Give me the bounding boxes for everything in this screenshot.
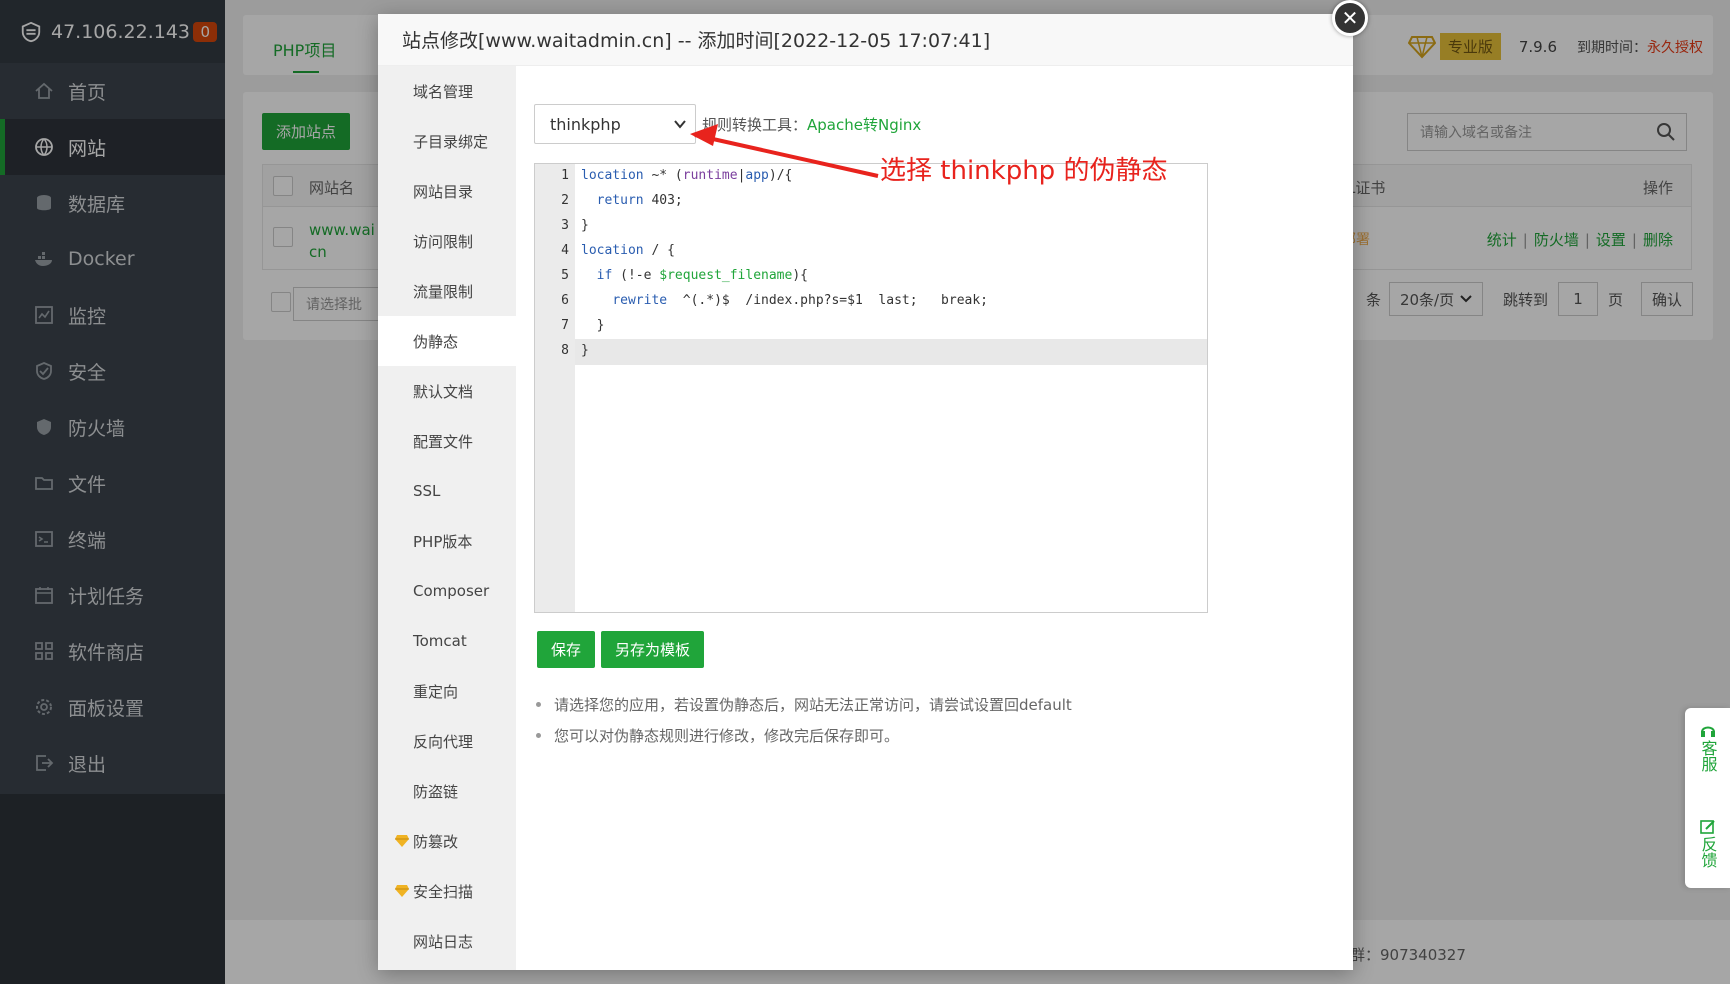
line-number: 6: [561, 293, 569, 308]
code-line: location / {: [581, 243, 675, 258]
tip-item: 您可以对伪静态规则进行修改，修改完后保存即可。: [536, 725, 1072, 746]
line-number: 5: [561, 268, 569, 283]
modal-menu-item[interactable]: 伪静态: [378, 316, 516, 366]
tip-item: 请选择您的应用，若设置伪静态后，网站无法正常访问，请尝试设置回default: [536, 694, 1072, 715]
headset-icon: [1700, 726, 1715, 737]
modal-side-menu: 域名管理子目录绑定网站目录访问限制流量限制伪静态默认文档配置文件 SSL PHP版本…: [378, 66, 516, 970]
annotation-text: 选择 thinkphp 的伪静态: [880, 156, 1168, 186]
modal-menu-label: 安全扫描: [413, 882, 474, 901]
line-gutter: 1 2 3 4 5 6 7 8: [535, 164, 575, 612]
modal-menu-label: 域名管理: [413, 82, 474, 101]
rewrite-code-editor[interactable]: 1 2 3 4 5 6 7 8 location ~* (runtime|app)/{ ret…: [534, 163, 1208, 613]
tips-list: 请选择您的应用，若设置伪静态后，网站无法正常访问，请尝试设置回default 您…: [536, 694, 1072, 756]
code-line: rewrite ^(.*)$ /index.php?s=$1 last; bre…: [612, 293, 989, 308]
code-line: return 403;: [596, 193, 683, 208]
modal-menu-label: 重定向: [413, 682, 459, 701]
line-number: 7: [561, 318, 569, 333]
modal-menu-label: 反向代理: [413, 732, 474, 751]
rewrite-rule-select[interactable]: thinkphp: [534, 104, 696, 144]
modal-menu-item[interactable]: 反向代理: [378, 716, 516, 766]
line-number: 8: [561, 343, 569, 358]
modal-menu-label: 流量限制: [413, 282, 474, 301]
modal-menu-label: PHP版本: [413, 532, 473, 551]
modal-menu-item[interactable]: 防盗链: [378, 766, 516, 816]
line-number: 3: [561, 218, 569, 233]
modal-menu-item[interactable]: 重定向: [378, 666, 516, 716]
pro-gem-icon: [395, 835, 409, 847]
modal-menu-label: Tomcat: [413, 632, 467, 650]
convert-tool: 规则转换工具：Apache转Nginx: [702, 114, 921, 135]
modal-menu-label: SSL: [413, 482, 441, 500]
line-number: 2: [561, 193, 569, 208]
modal-menu-item[interactable]: 网站日志: [378, 916, 516, 966]
chevron-down-icon: [674, 120, 686, 129]
modal-menu-label: Composer: [413, 582, 490, 600]
modal-menu-label: 网站日志: [413, 932, 474, 951]
code-line: }: [581, 343, 589, 358]
modal-menu-item[interactable]: 访问限制: [378, 216, 516, 266]
modal-menu-label: 子目录绑定: [413, 132, 489, 151]
modal-menu-item[interactable]: 防篡改: [378, 816, 516, 866]
site-edit-modal: 站点修改[www.waitadmin.cn] -- 添加时间[2022-12-0…: [378, 14, 1353, 970]
modal-menu-item[interactable]: 默认文档: [378, 366, 516, 416]
rewrite-panel: thinkphp 规则转换工具：Apache转Nginx 1 2 3 4 5 6 7 8 lo…: [516, 66, 1353, 970]
modal-menu-label: 防盗链: [413, 782, 459, 801]
modal-menu-item[interactable]: 安全扫描: [378, 866, 516, 916]
edit-icon: [1699, 820, 1715, 834]
line-number: 1: [561, 168, 569, 183]
code-line: if (!-e $request_filename){: [596, 268, 808, 283]
modal-menu-item[interactable]: 网站目录: [378, 166, 516, 216]
modal-menu-label: 伪静态: [413, 332, 459, 351]
service-label: 客服: [1698, 740, 1718, 772]
code-line: }: [581, 218, 589, 233]
convert-label: 规则转换工具：: [702, 116, 808, 134]
rewrite-rule-value: thinkphp: [550, 114, 621, 134]
close-icon[interactable]: ✕: [1332, 0, 1368, 36]
float-widget: 客服 反馈: [1685, 708, 1730, 888]
code-line: }: [581, 318, 605, 333]
modal-menu-label: 访问限制: [413, 232, 474, 251]
modal-menu-item[interactable]: SSL: [378, 466, 516, 516]
modal-menu-item[interactable]: Tomcat: [378, 616, 516, 666]
modal-menu-label: 防篡改: [413, 832, 459, 851]
modal-menu-item[interactable]: 流量限制: [378, 266, 516, 316]
feedback-button[interactable]: 反馈: [1685, 818, 1730, 868]
apache-to-nginx-link[interactable]: Apache转Nginx: [807, 116, 921, 134]
active-line-highlight: [535, 339, 1207, 365]
line-number: 4: [561, 243, 569, 258]
code-line: location ~* (runtime|app)/{: [581, 168, 793, 183]
save-button[interactable]: 保存: [537, 631, 596, 668]
modal-menu-item[interactable]: PHP版本: [378, 516, 516, 566]
customer-service-button[interactable]: 客服: [1685, 722, 1730, 772]
modal-menu-item[interactable]: Composer: [378, 566, 516, 616]
modal-menu-label: 配置文件: [413, 432, 474, 451]
feedback-label: 反馈: [1698, 836, 1718, 868]
modal-title: 站点修改[www.waitadmin.cn] -- 添加时间[2022-12-0…: [378, 14, 1353, 66]
modal-menu-item[interactable]: 配置文件: [378, 416, 516, 466]
pro-gem-icon: [395, 885, 409, 897]
modal-menu-label: 默认文档: [413, 382, 474, 401]
modal-menu-item[interactable]: 子目录绑定: [378, 116, 516, 166]
modal-menu-item[interactable]: 域名管理: [378, 66, 516, 116]
save-as-template-button[interactable]: 另存为模板: [601, 631, 705, 668]
modal-menu-label: 网站目录: [413, 182, 474, 201]
